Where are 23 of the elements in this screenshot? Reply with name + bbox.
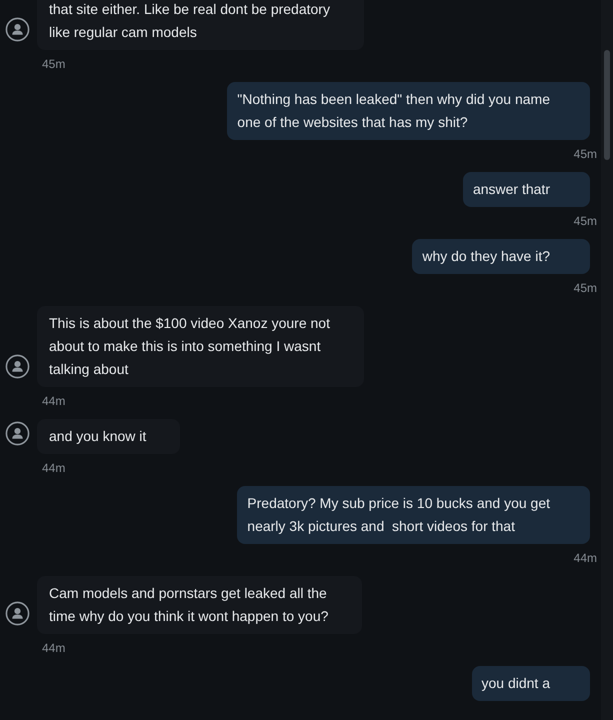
message-time: 45m xyxy=(574,147,597,161)
message-bubble: and you know it xyxy=(37,419,180,454)
message-time: 45m xyxy=(574,214,597,228)
avatar-icon xyxy=(5,601,30,626)
scrollbar-thumb[interactable] xyxy=(604,50,610,160)
message-bubble: Predatory? My sub price is 10 bucks and you get nearly 3k pictures and short videos for that xyxy=(237,486,590,544)
message-bubble: This is about the $100 video Xanoz youre not about to make this is into something I wasnt talking about xyxy=(37,306,364,387)
message-time: 44m xyxy=(42,394,66,408)
message-bubble: Cam models and pornstars get leaked all the time why do you think it wont happen to you? xyxy=(37,576,362,634)
message-time: 45m xyxy=(574,281,597,295)
message-bubble: you didnt a xyxy=(472,666,590,701)
message-time: 44m xyxy=(42,641,66,655)
message-time: 45m xyxy=(42,57,66,71)
avatar-icon xyxy=(5,17,30,42)
message-bubble: "Nothing has been leaked" then why did you name one of the websites that has my shit? xyxy=(227,82,590,140)
avatar-icon xyxy=(5,354,30,379)
message-time: 44m xyxy=(42,461,66,475)
message-bubble: answer thatr xyxy=(462,172,590,207)
message-time: 44m xyxy=(574,551,597,565)
message-bubble: that site either. Like be real dont be predatory like regular cam models xyxy=(37,0,364,50)
scrollbar[interactable] xyxy=(601,0,613,720)
message-bubble: why do they have it? xyxy=(412,239,590,274)
avatar-icon xyxy=(5,421,30,446)
